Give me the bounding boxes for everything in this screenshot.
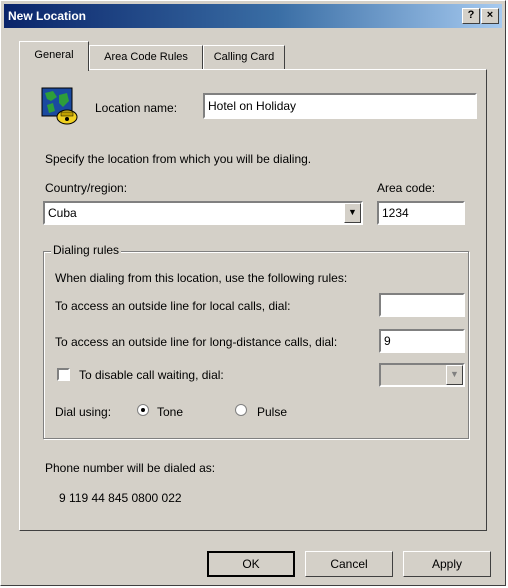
location-name-label: Location name: bbox=[95, 101, 177, 115]
tab-general-label: General bbox=[34, 49, 74, 61]
call-waiting-dropdown: ▼ bbox=[379, 363, 465, 387]
tab-area-code-rules-label: Area Code Rules bbox=[104, 51, 188, 63]
close-button[interactable]: × bbox=[481, 8, 499, 24]
window-title: New Location bbox=[8, 9, 87, 23]
long-distance-input[interactable]: 9 bbox=[379, 329, 465, 353]
area-code-input[interactable]: 1234 bbox=[377, 201, 465, 225]
local-calls-input[interactable] bbox=[379, 293, 465, 317]
specify-text: Specify the location from which you will… bbox=[45, 152, 312, 166]
phone-number-value: 9 119 44 845 0800 022 bbox=[59, 491, 182, 505]
ok-button[interactable]: OK bbox=[207, 551, 295, 577]
call-waiting-label: To disable call waiting, dial: bbox=[79, 368, 224, 382]
tone-radio[interactable] bbox=[137, 404, 149, 416]
help-button[interactable]: ? bbox=[462, 8, 480, 24]
title-bar[interactable]: New Location ? × bbox=[4, 4, 502, 28]
call-waiting-checkbox[interactable] bbox=[57, 368, 70, 381]
location-name-input[interactable]: Hotel on Holiday bbox=[203, 93, 477, 119]
new-location-dialog: New Location ? × General Area Code Rules… bbox=[0, 0, 506, 586]
long-distance-label: To access an outside line for long-dista… bbox=[55, 335, 338, 349]
pulse-radio[interactable] bbox=[235, 404, 247, 416]
radio-selected-dot bbox=[141, 408, 145, 412]
tab-area-code-rules[interactable]: Area Code Rules bbox=[89, 45, 203, 69]
apply-button[interactable]: Apply bbox=[403, 551, 491, 577]
chevron-down-icon: ▼ bbox=[446, 365, 463, 385]
tab-general[interactable]: General bbox=[19, 41, 89, 71]
dialing-rules-intro: When dialing from this location, use the… bbox=[55, 271, 348, 285]
tab-calling-card-label: Calling Card bbox=[213, 51, 275, 63]
chevron-down-icon[interactable]: ▼ bbox=[344, 203, 361, 223]
location-name-label-text: Location name: bbox=[95, 101, 178, 115]
pulse-label: Pulse bbox=[257, 405, 288, 419]
globe-phone-icon bbox=[41, 87, 78, 125]
tab-calling-card[interactable]: Calling Card bbox=[203, 45, 285, 69]
country-value: Cuba bbox=[48, 206, 77, 220]
dialing-rules-legend: Dialing rules bbox=[51, 243, 122, 257]
area-code-label: Area code: bbox=[377, 181, 436, 195]
local-calls-label: To access an outside line for local call… bbox=[55, 299, 291, 313]
cancel-button[interactable]: Cancel bbox=[305, 551, 393, 577]
country-label: Country/region: bbox=[45, 181, 128, 195]
phone-number-label: Phone number will be dialed as: bbox=[45, 461, 216, 475]
dial-using-label: Dial using: bbox=[55, 405, 112, 419]
tone-label: Tone bbox=[157, 405, 184, 419]
country-dropdown[interactable]: Cuba ▼ bbox=[43, 201, 363, 225]
